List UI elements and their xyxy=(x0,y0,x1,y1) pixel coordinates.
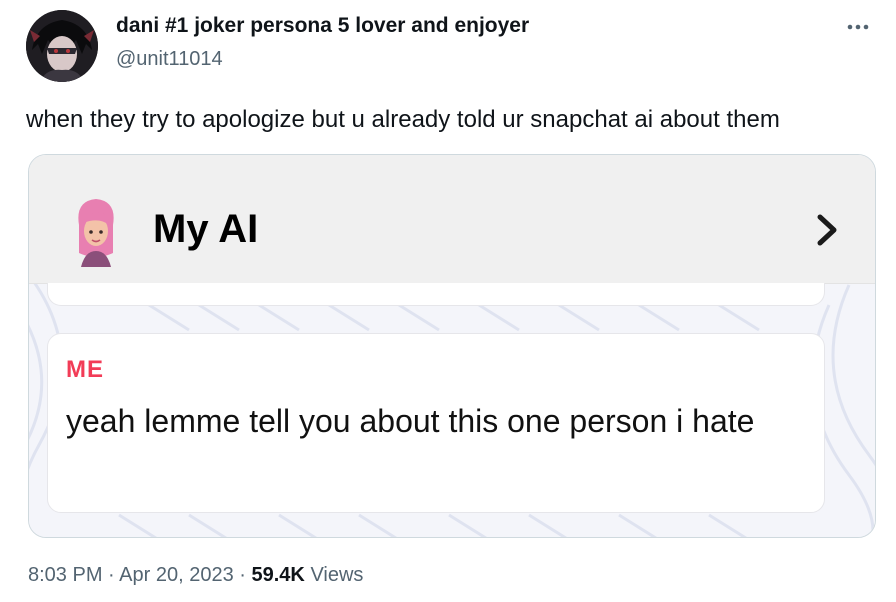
message-sender: ME xyxy=(66,356,104,383)
author-avatar[interactable] xyxy=(26,10,98,82)
message-text: yeah lemme tell you about this one perso… xyxy=(66,403,755,439)
previous-message-card xyxy=(47,283,825,306)
author-handle[interactable]: @unit11014 xyxy=(116,48,223,71)
tweet-meta: 8:03 PM · Apr 20, 2023 · 59.4K Views xyxy=(28,564,363,587)
author-display-name[interactable]: dani #1 joker persona 5 lover and enjoye… xyxy=(116,14,529,38)
tweet-media-image[interactable]: My AI ME yeah lemme tell you about this … xyxy=(28,154,876,538)
meta-separator: · xyxy=(239,564,246,586)
my-ai-bitmoji xyxy=(78,199,114,267)
message-card: ME yeah lemme tell you about this one pe… xyxy=(47,333,825,513)
tweet: dani #1 joker persona 5 lover and enjoye… xyxy=(0,0,896,602)
tweet-date[interactable]: Apr 20, 2023 xyxy=(119,564,234,586)
chevron-right-icon[interactable] xyxy=(815,213,839,247)
more-horizontal-icon[interactable] xyxy=(840,12,876,42)
chat-title: My AI xyxy=(153,207,259,251)
tweet-time[interactable]: 8:03 PM xyxy=(28,564,102,586)
meta-separator: · xyxy=(108,564,115,586)
tweet-text: when they try to apologize but u already… xyxy=(26,106,780,133)
views-label: Views xyxy=(310,564,364,586)
views-count[interactable]: 59.4K xyxy=(252,564,305,586)
chat-header: My AI xyxy=(29,155,875,284)
